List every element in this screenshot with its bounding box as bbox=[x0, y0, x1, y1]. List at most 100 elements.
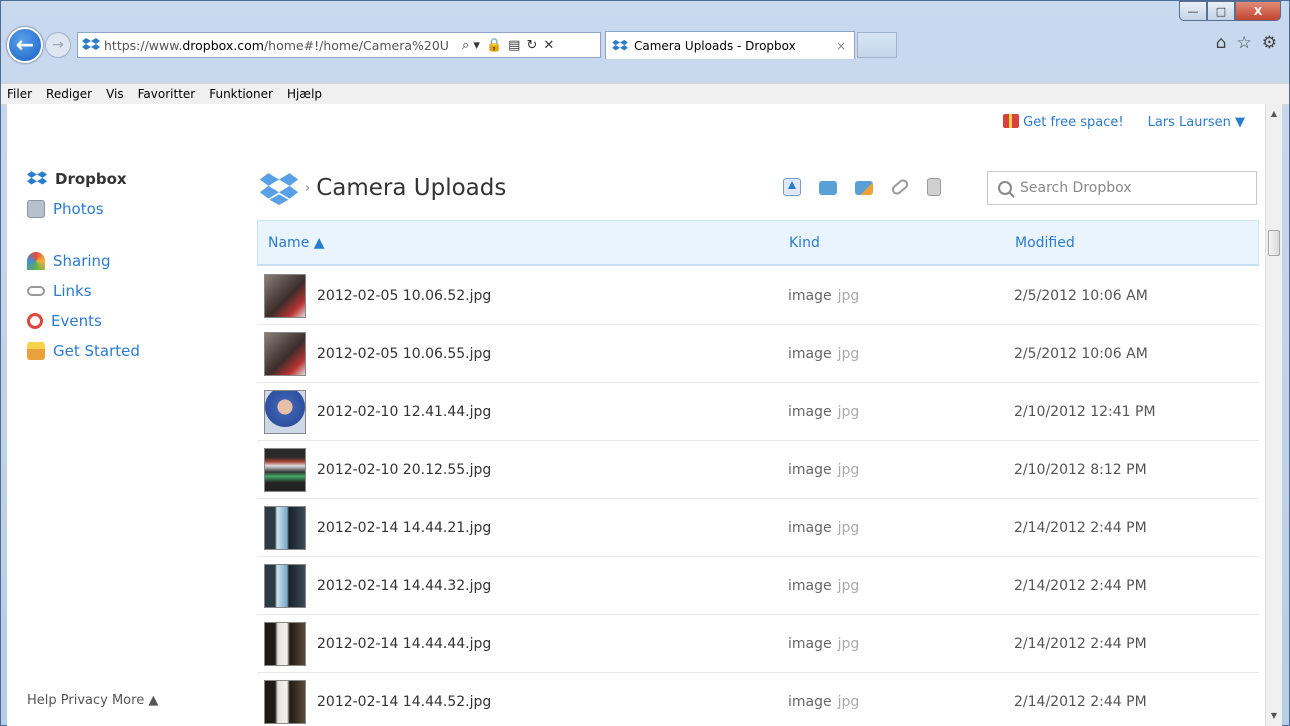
file-name[interactable]: 2012-02-05 10.06.55.jpg bbox=[317, 346, 491, 362]
sidebar-item-events[interactable]: Events bbox=[7, 306, 247, 336]
sidebar-item-label: Events bbox=[51, 312, 102, 330]
stop-icon[interactable]: ✕ bbox=[543, 38, 554, 53]
file-modified: 2/14/2012 2:44 PM bbox=[1014, 577, 1147, 594]
page-viewport: Get free space! Lars Laursen ▼ Dropbox P… bbox=[7, 104, 1265, 726]
vertical-scrollbar[interactable]: ▲ ▼ bbox=[1265, 104, 1282, 726]
home-icon[interactable]: ⌂ bbox=[1216, 33, 1227, 53]
file-modified: 2/5/2012 10:06 AM bbox=[1014, 345, 1148, 362]
get-link-icon[interactable] bbox=[889, 177, 911, 197]
table-row[interactable]: 2012-02-10 20.12.55.jpg image jpg 2/10/20… bbox=[257, 441, 1259, 499]
file-thumbnail bbox=[264, 448, 306, 492]
table-header: Name ▲ Kind Modified bbox=[257, 220, 1259, 266]
file-name[interactable]: 2012-02-14 14.44.32.jpg bbox=[317, 578, 491, 594]
sidebar-item-label: Links bbox=[53, 282, 92, 300]
chain-link-icon bbox=[27, 286, 45, 296]
file-name[interactable]: 2012-02-14 14.44.21.jpg bbox=[317, 520, 491, 536]
menu-favoritter[interactable]: Favoritter bbox=[138, 87, 196, 101]
clock-icon bbox=[27, 313, 43, 329]
file-name[interactable]: 2012-02-14 14.44.44.jpg bbox=[317, 636, 491, 652]
lock-icon[interactable]: 🔒 bbox=[486, 38, 502, 53]
dropbox-tab-icon bbox=[612, 39, 628, 50]
menu-bar: Filer Rediger Vis Favoritter Funktioner … bbox=[1, 83, 1289, 105]
file-thumbnail bbox=[264, 680, 306, 724]
table-row[interactable]: 2012-02-14 14.44.52.jpg image jpg 2/14/20… bbox=[257, 673, 1259, 726]
search-input[interactable]: Search Dropbox bbox=[987, 171, 1257, 205]
file-name[interactable]: 2012-02-10 20.12.55.jpg bbox=[317, 462, 491, 478]
table-row[interactable]: 2012-02-10 12.41.44.jpg image jpg 2/10/20… bbox=[257, 383, 1259, 441]
tab-camera-uploads[interactable]: Camera Uploads - Dropbox × bbox=[605, 31, 855, 59]
deleted-files-icon[interactable] bbox=[927, 178, 941, 196]
folder-header: › Camera Uploads Search Dropbox bbox=[257, 166, 1259, 210]
search-dropdown-icon[interactable]: ⌕ ▾ bbox=[462, 38, 480, 53]
close-window-button[interactable]: X bbox=[1235, 1, 1281, 21]
share-folder-icon[interactable] bbox=[855, 181, 873, 195]
file-thumbnail bbox=[264, 622, 306, 666]
file-kind: image jpg bbox=[788, 461, 860, 478]
sidebar-item-get-started[interactable]: Get Started bbox=[7, 336, 247, 366]
breadcrumb-arrow-icon: › bbox=[305, 180, 311, 196]
sidebar-item-dropbox[interactable]: Dropbox bbox=[7, 164, 247, 194]
sidebar-item-sharing[interactable]: Sharing bbox=[7, 246, 247, 276]
scroll-down-arrow-icon[interactable]: ▼ bbox=[1266, 708, 1282, 724]
dropbox-favicon-icon bbox=[82, 38, 100, 50]
user-menu[interactable]: Lars Laursen ▼ bbox=[1148, 115, 1245, 130]
menu-hjaelp[interactable]: Hjælp bbox=[287, 87, 322, 101]
table-row[interactable]: 2012-02-05 10.06.55.jpg image jpg 2/5/201… bbox=[257, 325, 1259, 383]
column-name-header[interactable]: Name ▲ bbox=[268, 235, 325, 251]
new-tab-button[interactable] bbox=[857, 32, 897, 58]
table-row[interactable]: 2012-02-14 14.44.32.jpg image jpg 2/14/20… bbox=[257, 557, 1259, 615]
file-name[interactable]: 2012-02-14 14.44.52.jpg bbox=[317, 694, 491, 710]
favorites-star-icon[interactable]: ☆ bbox=[1237, 33, 1252, 53]
file-modified: 2/10/2012 8:12 PM bbox=[1014, 461, 1147, 478]
tab-close-icon[interactable]: × bbox=[836, 39, 846, 53]
scroll-up-arrow-icon[interactable]: ▲ bbox=[1266, 106, 1282, 122]
table-row[interactable]: 2012-02-05 10.06.52.jpg image jpg 2/5/201… bbox=[257, 267, 1259, 325]
address-bar[interactable]: https://www.dropbox.com/home#!/home/Came… bbox=[77, 32, 601, 58]
menu-filer[interactable]: Filer bbox=[7, 87, 32, 101]
top-right-links: Get free space! Lars Laursen ▼ bbox=[1003, 114, 1245, 130]
sidebar: Dropbox Photos Sharing Links Events Get … bbox=[7, 164, 247, 366]
refresh-icon[interactable]: ↻ bbox=[526, 38, 537, 53]
dropbox-icon bbox=[27, 171, 47, 185]
file-kind: image jpg bbox=[788, 403, 860, 420]
sidebar-item-links[interactable]: Links bbox=[7, 276, 247, 306]
back-button[interactable]: ← bbox=[7, 27, 43, 63]
footer-links[interactable]: Help Privacy More ▲ bbox=[27, 693, 158, 708]
maximize-button[interactable]: □ bbox=[1207, 1, 1235, 21]
tools-gear-icon[interactable]: ⚙ bbox=[1262, 33, 1277, 53]
browser-right-icons: ⌂ ☆ ⚙ bbox=[1216, 33, 1277, 53]
column-modified-header[interactable]: Modified bbox=[1015, 235, 1075, 251]
address-url[interactable]: https://www.dropbox.com/home#!/home/Came… bbox=[104, 38, 456, 53]
sidebar-item-label: Dropbox bbox=[55, 170, 127, 188]
file-kind: image jpg bbox=[788, 287, 860, 304]
sidebar-item-label: Get Started bbox=[53, 342, 140, 360]
file-name[interactable]: 2012-02-10 12.41.44.jpg bbox=[317, 404, 491, 420]
sidebar-item-photos[interactable]: Photos bbox=[7, 194, 247, 224]
get-free-space-link[interactable]: Get free space! bbox=[1003, 114, 1124, 130]
file-kind: image jpg bbox=[788, 519, 860, 536]
menu-vis[interactable]: Vis bbox=[106, 87, 124, 101]
file-modified: 2/14/2012 2:44 PM bbox=[1014, 519, 1147, 536]
scroll-thumb[interactable] bbox=[1268, 230, 1280, 256]
file-name[interactable]: 2012-02-05 10.06.52.jpg bbox=[317, 288, 491, 304]
compat-view-icon[interactable]: ▤ bbox=[508, 38, 520, 53]
file-modified: 2/14/2012 2:44 PM bbox=[1014, 693, 1147, 710]
minimize-button[interactable]: — bbox=[1179, 1, 1207, 21]
file-thumbnail bbox=[264, 506, 306, 550]
table-row[interactable]: 2012-02-14 14.44.21.jpg image jpg 2/14/20… bbox=[257, 499, 1259, 557]
menu-funktioner[interactable]: Funktioner bbox=[209, 87, 273, 101]
folder-toolbar bbox=[783, 177, 941, 197]
file-kind: image jpg bbox=[788, 345, 860, 362]
window-controls: — □ X bbox=[1179, 1, 1281, 23]
file-modified: 2/10/2012 12:41 PM bbox=[1014, 403, 1156, 420]
table-row[interactable]: 2012-02-14 14.44.44.jpg image jpg 2/14/20… bbox=[257, 615, 1259, 673]
file-thumbnail bbox=[264, 274, 306, 318]
column-kind-header[interactable]: Kind bbox=[789, 235, 820, 251]
search-placeholder: Search Dropbox bbox=[1020, 180, 1132, 196]
upload-icon[interactable] bbox=[783, 178, 801, 196]
new-folder-icon[interactable] bbox=[819, 181, 837, 195]
file-modified: 2/5/2012 10:06 AM bbox=[1014, 287, 1148, 304]
dropbox-logo-icon[interactable] bbox=[257, 171, 301, 205]
menu-rediger[interactable]: Rediger bbox=[46, 87, 92, 101]
forward-button[interactable]: → bbox=[45, 32, 71, 58]
